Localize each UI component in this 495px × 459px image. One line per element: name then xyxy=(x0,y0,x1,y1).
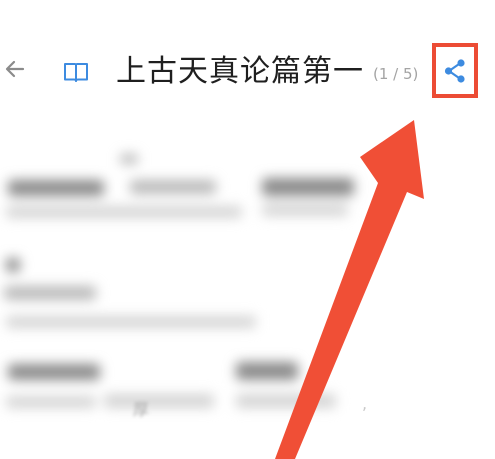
back-button[interactable] xyxy=(2,56,28,82)
open-book-icon xyxy=(64,63,88,82)
book-button[interactable] xyxy=(62,60,90,84)
share-button[interactable] xyxy=(432,43,478,98)
page-counter: (1 / 5) xyxy=(373,65,419,83)
share-icon xyxy=(444,58,465,83)
blurred-article-content xyxy=(0,140,495,459)
page-title: 上古天真论篇第一 xyxy=(116,54,364,89)
blurred-punctuation: , xyxy=(362,394,368,413)
reader-screen: 上古天真论篇第一 (1 / 5) 厚 , xyxy=(0,0,495,459)
blurred-text-fragment: 厚 xyxy=(133,400,150,419)
arrow-left-icon xyxy=(5,60,25,78)
